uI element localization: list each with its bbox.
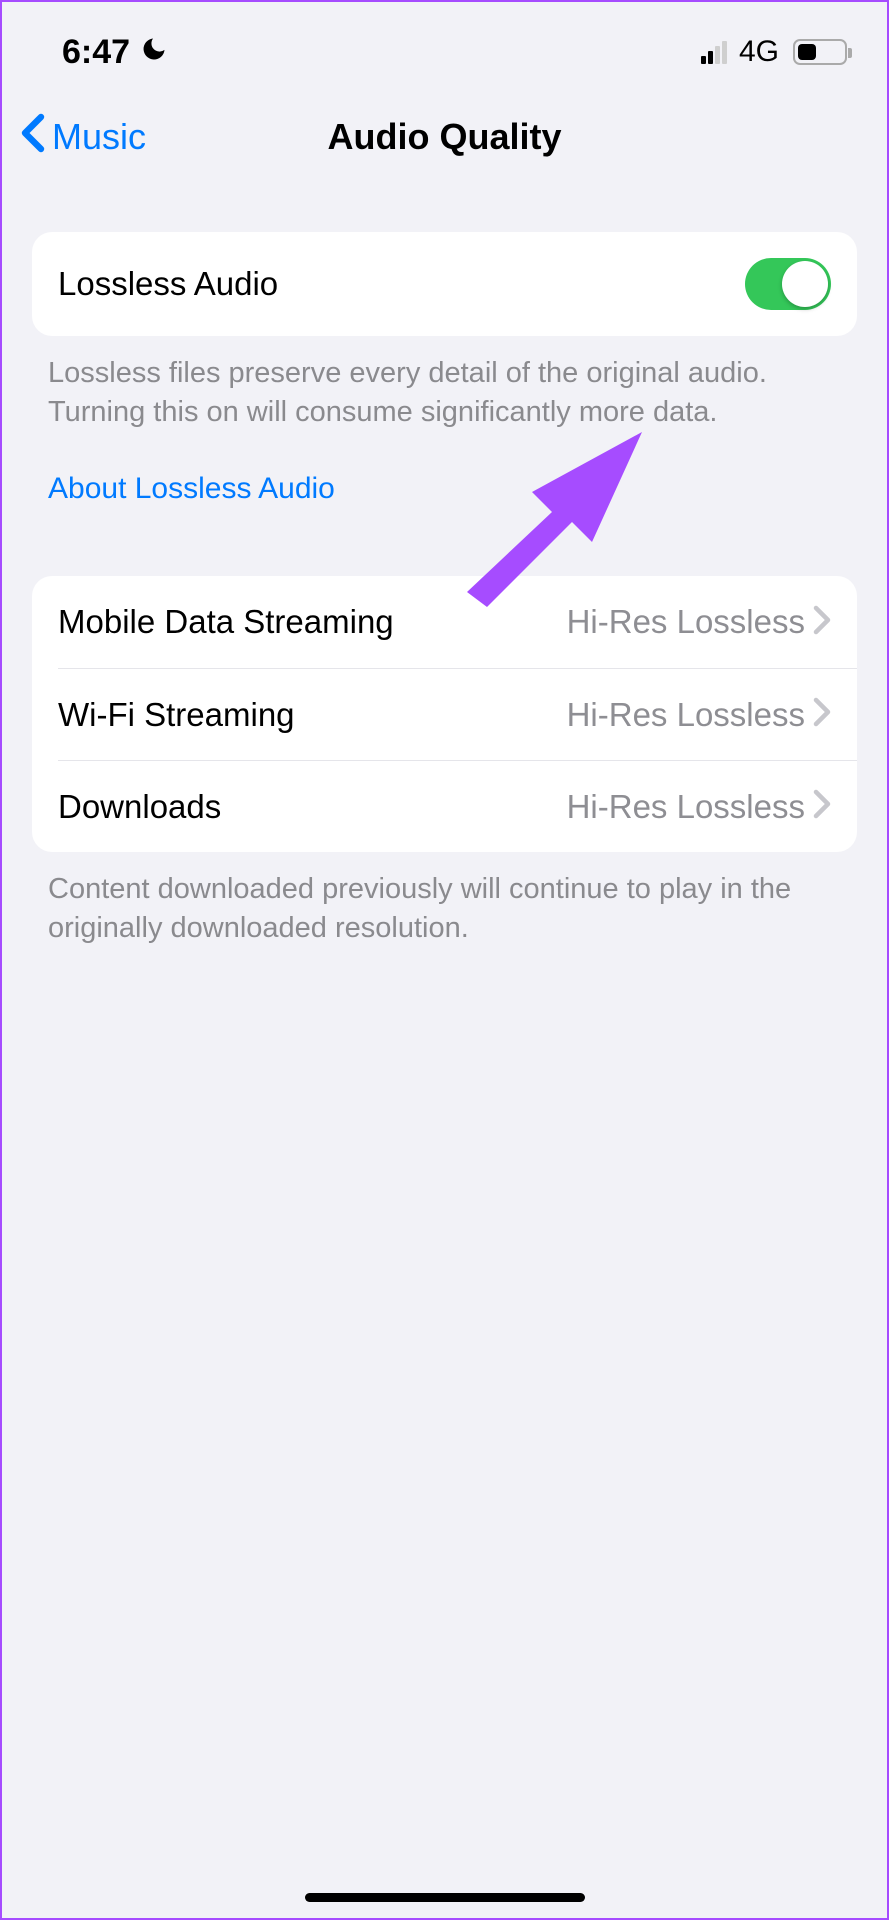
quality-group: Mobile Data Streaming Hi-Res Lossless Wi… [32, 576, 857, 852]
lossless-label: Lossless Audio [58, 265, 278, 303]
battery-icon [793, 39, 847, 65]
moon-icon [140, 33, 168, 72]
row-label: Mobile Data Streaming [58, 603, 394, 641]
status-left: 6:47 [62, 33, 168, 72]
status-time: 6:47 [62, 33, 130, 72]
chevron-right-icon [813, 789, 831, 824]
about-lossless-link[interactable]: About Lossless Audio [48, 472, 841, 506]
nav-bar: Music Audio Quality [2, 92, 887, 182]
lossless-caption: Lossless files preserve every detail of … [48, 354, 841, 432]
home-indicator[interactable] [305, 1893, 585, 1902]
row-label: Wi-Fi Streaming [58, 696, 295, 734]
row-value: Hi-Res Lossless [567, 603, 805, 641]
wifi-streaming-row[interactable]: Wi-Fi Streaming Hi-Res Lossless [58, 668, 857, 760]
row-value: Hi-Res Lossless [567, 696, 805, 734]
chevron-right-icon [813, 605, 831, 640]
network-label: 4G [739, 35, 779, 69]
chevron-left-icon [18, 113, 48, 162]
back-label: Music [52, 116, 146, 158]
lossless-row[interactable]: Lossless Audio [32, 232, 857, 336]
lossless-toggle[interactable] [745, 258, 831, 310]
lossless-group: Lossless Audio [32, 232, 857, 336]
status-bar: 6:47 4G [2, 2, 887, 82]
page-title: Audio Quality [328, 116, 562, 158]
quality-caption: Content downloaded previously will conti… [48, 870, 841, 948]
back-button[interactable]: Music [18, 113, 146, 162]
row-label: Downloads [58, 788, 221, 826]
row-value: Hi-Res Lossless [567, 788, 805, 826]
status-right: 4G [701, 35, 847, 69]
mobile-data-streaming-row[interactable]: Mobile Data Streaming Hi-Res Lossless [32, 576, 857, 668]
downloads-row[interactable]: Downloads Hi-Res Lossless [58, 760, 857, 852]
chevron-right-icon [813, 697, 831, 732]
signal-icon [701, 41, 727, 64]
